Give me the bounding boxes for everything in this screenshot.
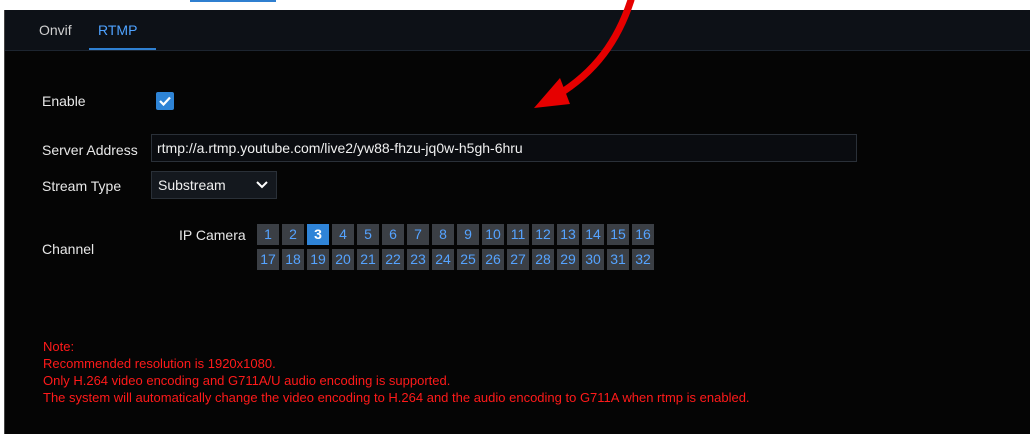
channel-button-2[interactable]: 2 bbox=[282, 224, 304, 245]
channel-button-30[interactable]: 30 bbox=[582, 249, 604, 270]
channel-button-5[interactable]: 5 bbox=[357, 224, 379, 245]
channel-button-9[interactable]: 9 bbox=[457, 224, 479, 245]
server-address-input[interactable]: rtmp://a.rtmp.youtube.com/live2/yw88-fhz… bbox=[151, 134, 857, 162]
channel-button-22[interactable]: 22 bbox=[382, 249, 404, 270]
enable-label: Enable bbox=[42, 93, 86, 109]
channel-button-25[interactable]: 25 bbox=[457, 249, 479, 270]
tab-rtmp[interactable]: RTMP bbox=[98, 22, 137, 38]
channel-row-2: 17 18 19 20 21 22 23 24 25 26 27 28 29 30 31 32 bbox=[257, 249, 654, 270]
channel-button-27[interactable]: 27 bbox=[507, 249, 529, 270]
note-line: Only H.264 video encoding and G711A/U au… bbox=[43, 373, 451, 388]
channel-button-10[interactable]: 10 bbox=[482, 224, 504, 245]
note-heading: Note: bbox=[43, 339, 75, 354]
checkmark-icon bbox=[159, 96, 171, 107]
enable-checkbox[interactable] bbox=[156, 92, 174, 110]
note-line: Recommended resolution is 1920x1080. bbox=[43, 356, 276, 371]
channel-button-32[interactable]: 32 bbox=[632, 249, 654, 270]
channel-button-29[interactable]: 29 bbox=[557, 249, 579, 270]
channel-button-20[interactable]: 20 bbox=[332, 249, 354, 270]
top-accent-bar bbox=[190, 0, 276, 2]
channel-button-4[interactable]: 4 bbox=[332, 224, 354, 245]
channel-button-23[interactable]: 23 bbox=[407, 249, 429, 270]
tab-bar: Onvif RTMP bbox=[5, 10, 1030, 51]
channel-button-28[interactable]: 28 bbox=[532, 249, 554, 270]
channel-button-18[interactable]: 18 bbox=[282, 249, 304, 270]
note-line: The system will automatically change the… bbox=[43, 390, 750, 405]
channel-button-8[interactable]: 8 bbox=[432, 224, 454, 245]
channel-button-12[interactable]: 12 bbox=[532, 224, 554, 245]
ip-camera-label: IP Camera bbox=[179, 227, 246, 243]
channel-button-3[interactable]: 3 bbox=[307, 224, 329, 245]
stream-type-value: Substream bbox=[158, 177, 226, 193]
channel-button-17[interactable]: 17 bbox=[257, 249, 279, 270]
stream-type-select[interactable]: Substream bbox=[151, 171, 277, 199]
channel-button-31[interactable]: 31 bbox=[607, 249, 629, 270]
tab-onvif[interactable]: Onvif bbox=[39, 22, 72, 38]
channel-button-19[interactable]: 19 bbox=[307, 249, 329, 270]
active-tab-indicator bbox=[89, 48, 156, 50]
channel-button-7[interactable]: 7 bbox=[407, 224, 429, 245]
server-address-label: Server Address bbox=[42, 142, 138, 158]
channel-button-24[interactable]: 24 bbox=[432, 249, 454, 270]
channel-button-21[interactable]: 21 bbox=[357, 249, 379, 270]
chevron-down-icon bbox=[256, 181, 268, 189]
channel-button-14[interactable]: 14 bbox=[582, 224, 604, 245]
channel-button-6[interactable]: 6 bbox=[382, 224, 404, 245]
channel-button-1[interactable]: 1 bbox=[257, 224, 279, 245]
notes-section: Note: Recommended resolution is 1920x108… bbox=[43, 338, 750, 406]
stream-type-label: Stream Type bbox=[42, 178, 122, 194]
channel-button-15[interactable]: 15 bbox=[607, 224, 629, 245]
channel-button-26[interactable]: 26 bbox=[482, 249, 504, 270]
channel-button-16[interactable]: 16 bbox=[632, 224, 654, 245]
channel-label: Channel bbox=[42, 241, 95, 257]
channel-row-1: 1 2 3 4 5 6 7 8 9 10 11 12 13 14 15 16 bbox=[257, 224, 654, 245]
rtmp-settings-panel: Onvif RTMP Enable Server Address rtmp://… bbox=[4, 10, 1030, 434]
channel-button-13[interactable]: 13 bbox=[557, 224, 579, 245]
channel-button-11[interactable]: 11 bbox=[507, 224, 529, 245]
